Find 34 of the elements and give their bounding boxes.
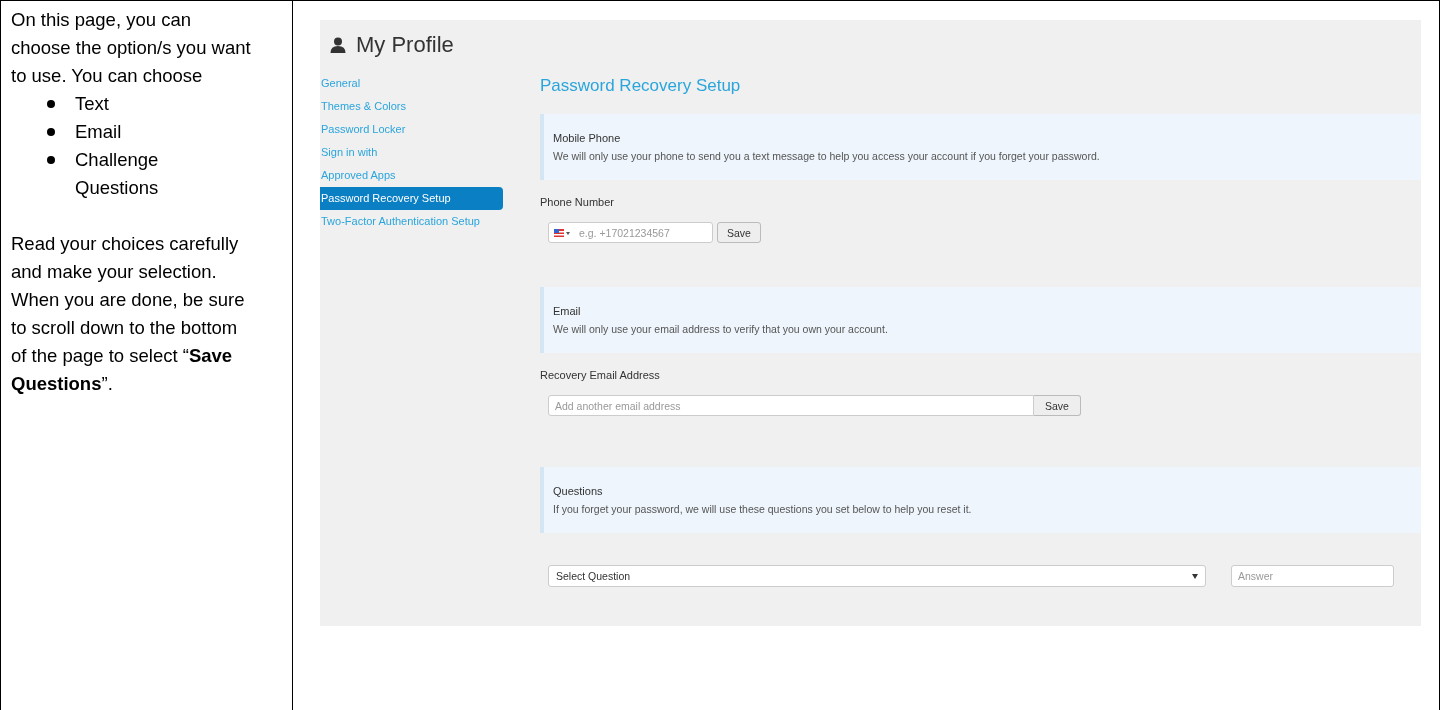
nav-item[interactable]: General — [320, 72, 503, 95]
nav-item[interactable]: Approved Apps — [320, 164, 503, 187]
info-description: If you forget your password, we will use these questions you set below to help you reset it. — [553, 503, 973, 515]
phone-field[interactable]: e.g. +17021234567 — [548, 222, 713, 243]
option-text: Challenge Questions — [75, 148, 160, 200]
field-label: Recovery Email Address — [540, 369, 661, 381]
nav-item[interactable]: Password Locker — [320, 118, 503, 141]
nav-item[interactable]: Sign in with — [320, 141, 503, 164]
answer-field[interactable]: Answer — [1231, 565, 1394, 587]
bullet-icon — [47, 100, 55, 108]
nav-item[interactable]: Password Recovery Setup — [320, 187, 503, 210]
nav-item[interactable]: Themes & Colors — [320, 95, 503, 118]
field-label: Phone Number — [540, 196, 615, 208]
email-field[interactable]: Add another email address — [548, 395, 1034, 416]
info-title: Questions — [553, 485, 604, 497]
section-heading: Password Recovery Setup — [540, 75, 742, 97]
info-title: Mobile Phone — [553, 132, 622, 144]
info-description: We will only use your phone to send you a text message to help you access your account if you forget your password. — [553, 150, 1101, 162]
nav-item[interactable]: Two-Factor Authentication Setup — [320, 210, 503, 233]
closing-text: Read your choices carefully and make your selection. When you are done, be sure to scroll down to the bottom of the page to select “Save Questions”. — [11, 232, 246, 396]
flag-icon — [554, 229, 571, 237]
info-description: We will only use your email address to verify that you own your account. — [553, 323, 889, 335]
save-button[interactable]: Save — [1034, 395, 1081, 416]
option-text: Text — [75, 92, 110, 116]
caret-icon — [1192, 573, 1198, 579]
intro-text: On this page, you can choose the option/s you want to use. You can choose — [11, 8, 252, 88]
save-button[interactable]: Save — [717, 222, 761, 243]
question-dropdown[interactable]: Select Question — [548, 565, 1206, 587]
bullet-icon — [47, 128, 55, 136]
info-title: Email — [553, 305, 582, 317]
bullet-icon — [47, 156, 55, 164]
page-title: My Profile — [356, 32, 454, 58]
option-text: Email — [75, 120, 123, 144]
user-icon — [330, 37, 346, 53]
